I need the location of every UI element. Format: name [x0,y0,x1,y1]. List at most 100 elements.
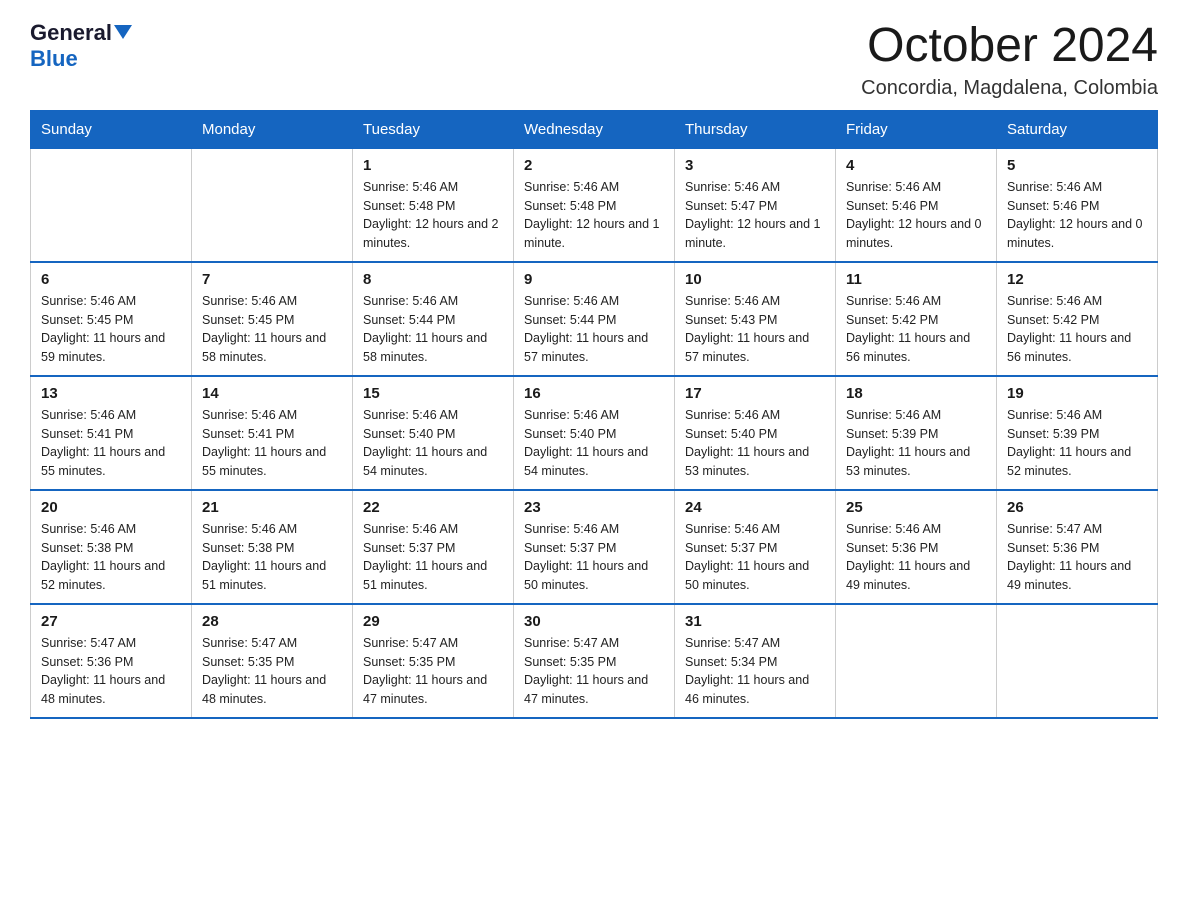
day-info: Sunrise: 5:46 AMSunset: 5:39 PMDaylight:… [846,406,986,481]
day-number: 20 [41,499,181,516]
table-row: 9 Sunrise: 5:46 AMSunset: 5:44 PMDaylight… [514,262,675,376]
day-number: 4 [846,157,986,174]
table-row: 16 Sunrise: 5:46 AMSunset: 5:40 PMDayligh… [514,376,675,490]
day-number: 26 [1007,499,1147,516]
day-info: Sunrise: 5:46 AMSunset: 5:44 PMDaylight:… [524,292,664,367]
day-number: 5 [1007,157,1147,174]
day-info: Sunrise: 5:47 AMSunset: 5:36 PMDaylight:… [41,634,181,709]
calendar-week-row: 1 Sunrise: 5:46 AMSunset: 5:48 PMDaylight… [31,148,1158,262]
day-info: Sunrise: 5:46 AMSunset: 5:44 PMDaylight:… [363,292,503,367]
day-info: Sunrise: 5:47 AMSunset: 5:35 PMDaylight:… [363,634,503,709]
logo-general-text: General [30,20,112,46]
day-number: 2 [524,157,664,174]
table-row: 15Sunrise: 5:46 AMSunset: 5:40 PMDayligh… [353,376,514,490]
table-row: 18 Sunrise: 5:46 AMSunset: 5:39 PMDayligh… [836,376,997,490]
table-row: 6 Sunrise: 5:46 AMSunset: 5:45 PMDaylight… [31,262,192,376]
day-number: 11 [846,271,986,288]
day-number: 10 [685,271,825,288]
table-row: 25 Sunrise: 5:46 AMSunset: 5:36 PMDayligh… [836,490,997,604]
table-row: 17 Sunrise: 5:46 AMSunset: 5:40 PMDayligh… [675,376,836,490]
day-number: 22 [363,499,503,516]
table-row: 21 Sunrise: 5:46 AMSunset: 5:38 PMDayligh… [192,490,353,604]
table-row: 27 Sunrise: 5:47 AMSunset: 5:36 PMDayligh… [31,604,192,718]
day-number: 31 [685,613,825,630]
day-info: Sunrise: 5:46 AMSunset: 5:46 PMDaylight:… [1007,178,1147,253]
table-row [997,604,1158,718]
header-friday: Friday [836,110,997,148]
day-number: 25 [846,499,986,516]
table-row: 4 Sunrise: 5:46 AMSunset: 5:46 PMDaylight… [836,148,997,262]
table-row: 2 Sunrise: 5:46 AMSunset: 5:48 PMDaylight… [514,148,675,262]
header-tuesday: Tuesday [353,110,514,148]
table-row: 30Sunrise: 5:47 AMSunset: 5:35 PMDayligh… [514,604,675,718]
table-row [31,148,192,262]
header-saturday: Saturday [997,110,1158,148]
day-info: Sunrise: 5:46 AMSunset: 5:47 PMDaylight:… [685,178,825,253]
day-info: Sunrise: 5:46 AMSunset: 5:38 PMDaylight:… [41,520,181,595]
header-wednesday: Wednesday [514,110,675,148]
header-thursday: Thursday [675,110,836,148]
table-row: 23 Sunrise: 5:46 AMSunset: 5:37 PMDayligh… [514,490,675,604]
table-row: 31 Sunrise: 5:47 AMSunset: 5:34 PMDayligh… [675,604,836,718]
day-number: 27 [41,613,181,630]
day-info: Sunrise: 5:47 AMSunset: 5:35 PMDaylight:… [202,634,342,709]
day-number: 19 [1007,385,1147,402]
day-number: 23 [524,499,664,516]
day-number: 12 [1007,271,1147,288]
day-info: Sunrise: 5:46 AMSunset: 5:45 PMDaylight:… [41,292,181,367]
day-info: Sunrise: 5:46 AMSunset: 5:41 PMDaylight:… [202,406,342,481]
day-number: 1 [363,157,503,174]
day-info: Sunrise: 5:46 AMSunset: 5:38 PMDaylight:… [202,520,342,595]
table-row: 10Sunrise: 5:46 AMSunset: 5:43 PMDayligh… [675,262,836,376]
day-number: 7 [202,271,342,288]
calendar-week-row: 6 Sunrise: 5:46 AMSunset: 5:45 PMDaylight… [31,262,1158,376]
day-info: Sunrise: 5:46 AMSunset: 5:42 PMDaylight:… [846,292,986,367]
day-number: 24 [685,499,825,516]
table-row: 26Sunrise: 5:47 AMSunset: 5:36 PMDayligh… [997,490,1158,604]
day-number: 17 [685,385,825,402]
header-sunday: Sunday [31,110,192,148]
day-info: Sunrise: 5:46 AMSunset: 5:39 PMDaylight:… [1007,406,1147,481]
table-row: 11 Sunrise: 5:46 AMSunset: 5:42 PMDayligh… [836,262,997,376]
location-title: Concordia, Magdalena, Colombia [861,77,1158,100]
day-number: 21 [202,499,342,516]
table-row: 19 Sunrise: 5:46 AMSunset: 5:39 PMDayligh… [997,376,1158,490]
header-monday: Monday [192,110,353,148]
logo-triangle-icon [114,25,132,39]
table-row: 28 Sunrise: 5:47 AMSunset: 5:35 PMDayligh… [192,604,353,718]
calendar-week-row: 13 Sunrise: 5:46 AMSunset: 5:41 PMDayligh… [31,376,1158,490]
table-row: 29Sunrise: 5:47 AMSunset: 5:35 PMDayligh… [353,604,514,718]
day-number: 28 [202,613,342,630]
day-number: 9 [524,271,664,288]
day-info: Sunrise: 5:47 AMSunset: 5:35 PMDaylight:… [524,634,664,709]
day-number: 16 [524,385,664,402]
day-info: Sunrise: 5:47 AMSunset: 5:34 PMDaylight:… [685,634,825,709]
table-row: 24 Sunrise: 5:46 AMSunset: 5:37 PMDayligh… [675,490,836,604]
calendar-week-row: 20 Sunrise: 5:46 AMSunset: 5:38 PMDayligh… [31,490,1158,604]
day-info: Sunrise: 5:46 AMSunset: 5:37 PMDaylight:… [685,520,825,595]
table-row: 20 Sunrise: 5:46 AMSunset: 5:38 PMDayligh… [31,490,192,604]
day-info: Sunrise: 5:46 AMSunset: 5:37 PMDaylight:… [524,520,664,595]
day-number: 6 [41,271,181,288]
table-row [836,604,997,718]
day-info: Sunrise: 5:46 AMSunset: 5:40 PMDaylight:… [685,406,825,481]
logo: General Blue [30,20,132,72]
table-row: 22 Sunrise: 5:46 AMSunset: 5:37 PMDayligh… [353,490,514,604]
table-row: 12 Sunrise: 5:46 AMSunset: 5:42 PMDayligh… [997,262,1158,376]
day-number: 13 [41,385,181,402]
day-number: 3 [685,157,825,174]
table-row: 5 Sunrise: 5:46 AMSunset: 5:46 PMDaylight… [997,148,1158,262]
day-info: Sunrise: 5:46 AMSunset: 5:46 PMDaylight:… [846,178,986,253]
day-info: Sunrise: 5:46 AMSunset: 5:36 PMDaylight:… [846,520,986,595]
day-info: Sunrise: 5:46 AMSunset: 5:48 PMDaylight:… [524,178,664,253]
table-row: 13 Sunrise: 5:46 AMSunset: 5:41 PMDayligh… [31,376,192,490]
day-info: Sunrise: 5:46 AMSunset: 5:45 PMDaylight:… [202,292,342,367]
day-info: Sunrise: 5:46 AMSunset: 5:37 PMDaylight:… [363,520,503,595]
day-number: 8 [363,271,503,288]
day-info: Sunrise: 5:46 AMSunset: 5:40 PMDaylight:… [524,406,664,481]
day-number: 18 [846,385,986,402]
month-title: October 2024 [861,20,1158,73]
day-info: Sunrise: 5:46 AMSunset: 5:42 PMDaylight:… [1007,292,1147,367]
day-info: Sunrise: 5:46 AMSunset: 5:41 PMDaylight:… [41,406,181,481]
table-row [192,148,353,262]
